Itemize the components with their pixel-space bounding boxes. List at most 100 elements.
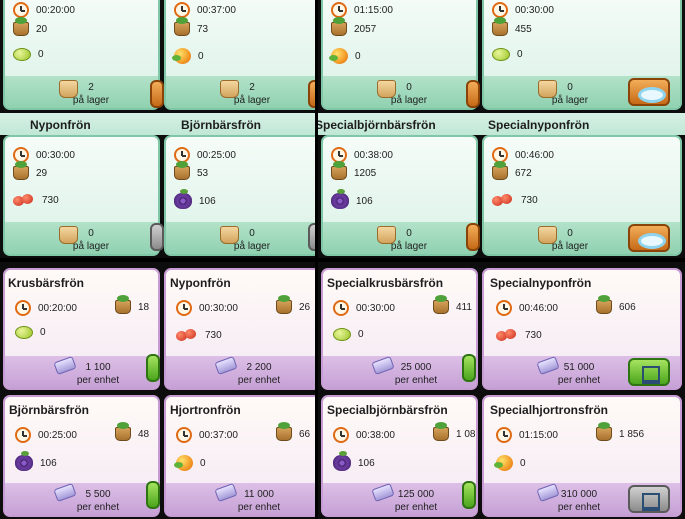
buy-button[interactable]: [462, 354, 476, 382]
fruit-count: 0: [40, 327, 46, 338]
plant-button[interactable]: [628, 224, 670, 252]
card-footer: 2 200 per enhet: [166, 355, 315, 388]
grow-time: 00:20:00: [36, 4, 75, 16]
buy-button-disabled[interactable]: [628, 485, 670, 513]
price: 51 000: [563, 362, 595, 373]
stock-count: 2: [249, 82, 255, 93]
fruit-count: 0: [38, 49, 44, 60]
shop-card: Krusbärsfrön 00:20:00 18 0 1 100 per enhe…: [3, 268, 160, 390]
plant-button[interactable]: [150, 223, 164, 251]
harvest-count: 606: [619, 301, 636, 313]
grow-time: 00:20:00: [38, 302, 77, 314]
price-unit: per enhet: [394, 502, 438, 513]
card-footer: 51 000 per enhet: [484, 355, 680, 388]
stock-label: på lager: [233, 241, 271, 252]
card-footer: 0 på lager: [166, 222, 315, 254]
clock-icon: [176, 427, 192, 443]
harvest-count: 18: [138, 301, 150, 313]
blackberry-icon: [333, 451, 351, 471]
stock-label: på lager: [390, 95, 428, 106]
clock-icon: [13, 2, 29, 18]
fruit-count: 0: [517, 49, 523, 60]
card-title: Specialbjörnbärsfrön: [327, 403, 448, 417]
grow-time: 00:46:00: [519, 302, 558, 314]
fruit-count: 0: [520, 457, 526, 469]
card-footer: 0 på lager: [484, 222, 680, 254]
inventory-card: 00:30:00 455 0 0 på lager: [482, 0, 682, 110]
clock-icon: [15, 427, 31, 443]
stock-label: på lager: [390, 241, 428, 252]
card-footer: 1 100 per enhet: [5, 355, 158, 388]
card-title: Specialnyponfrön: [490, 276, 592, 290]
inventory-card: 00:38:00 1205 106 0 på lager: [321, 135, 478, 256]
card-title: Nyponfrön: [30, 118, 91, 132]
harvest-count: 29: [36, 167, 48, 179]
price-unit: per enhet: [237, 375, 281, 386]
clock-icon: [174, 2, 190, 18]
card-title: Specialnyponfrön: [488, 118, 590, 132]
price-unit: per enhet: [557, 502, 601, 513]
stock-count: 0: [88, 228, 94, 239]
card-footer: 0 på lager: [323, 76, 476, 108]
seed-shop-panel-right: Specialkrusbärsfrön 00:30:00 411 0 25 00…: [318, 262, 685, 519]
shop-card: Specialnyponfrön 00:46:00 606 730 51 000…: [482, 268, 682, 390]
grow-time: 00:30:00: [199, 302, 238, 314]
grow-time: 00:38:00: [356, 429, 395, 441]
buy-button[interactable]: [462, 481, 476, 509]
harvest-count: 53: [197, 167, 209, 179]
card-title: Specialhjortronsfrön: [490, 403, 609, 417]
cloudberry-icon: [172, 48, 191, 64]
clock-icon: [492, 2, 508, 18]
clock-icon: [331, 2, 347, 18]
clock-icon: [496, 300, 512, 316]
card-title: Björnbärsfrön: [9, 403, 90, 417]
price-unit: per enhet: [76, 375, 120, 386]
basket-icon: [115, 295, 131, 314]
plant-button[interactable]: [466, 223, 480, 251]
harvest-count: 66: [299, 428, 311, 440]
card-title: Nyponfrön: [170, 276, 231, 290]
fruit-count: 730: [42, 194, 59, 206]
basket-icon: [596, 295, 612, 314]
cloudberry-icon: [494, 455, 513, 471]
plant-button[interactable]: [308, 223, 315, 251]
inventory-card: 01:15:00 2057 0 0 på lager: [321, 0, 478, 110]
buy-button[interactable]: [146, 354, 160, 382]
grow-time: 00:30:00: [515, 4, 554, 16]
basket-icon: [276, 422, 292, 441]
stock-count: 0: [249, 228, 255, 239]
seed-shop-panel-left: Krusbärsfrön 00:20:00 18 0 1 100 per enhe…: [0, 262, 315, 519]
card-footer: 2 på lager: [5, 76, 158, 108]
gooseberry-icon: [333, 328, 351, 341]
rosehip-icon: [496, 328, 518, 342]
card-title: Hjortronfrön: [170, 403, 241, 417]
grow-time: 00:37:00: [197, 4, 236, 16]
inventory-card: 00:37:00 73 0 2 på lager: [164, 0, 315, 110]
grow-time: 00:25:00: [197, 149, 236, 161]
stock-label: på lager: [72, 241, 110, 252]
fruit-count: 0: [355, 50, 361, 62]
blackberry-icon: [15, 451, 33, 471]
gooseberry-icon: [492, 48, 510, 61]
inventory-panel-left: 00:20:00 20 0 2 på lager 00:37:00 73 0 2 p…: [0, 0, 315, 258]
harvest-count: 672: [515, 167, 532, 179]
inventory-card: 00:20:00 20 0 2 på lager: [3, 0, 160, 110]
grow-time: 01:15:00: [519, 429, 558, 441]
harvest-count: 48: [138, 428, 150, 440]
buy-button[interactable]: [628, 358, 670, 386]
shop-card: Specialbjörnbärsfrön 00:38:00 1 088 106 …: [321, 395, 478, 517]
buy-button[interactable]: [146, 481, 160, 509]
plant-button[interactable]: [466, 80, 480, 108]
clock-icon: [496, 427, 512, 443]
plant-button[interactable]: [150, 80, 164, 108]
basket-icon: [331, 161, 347, 180]
fruit-count: 106: [358, 457, 375, 469]
plant-button[interactable]: [308, 80, 315, 108]
rosehip-icon: [176, 328, 198, 342]
gooseberry-icon: [13, 48, 31, 61]
plant-button[interactable]: [628, 78, 670, 106]
basket-icon: [13, 161, 29, 180]
clock-icon: [176, 300, 192, 316]
clock-icon: [15, 300, 31, 316]
card-footer: 0 på lager: [484, 76, 680, 108]
